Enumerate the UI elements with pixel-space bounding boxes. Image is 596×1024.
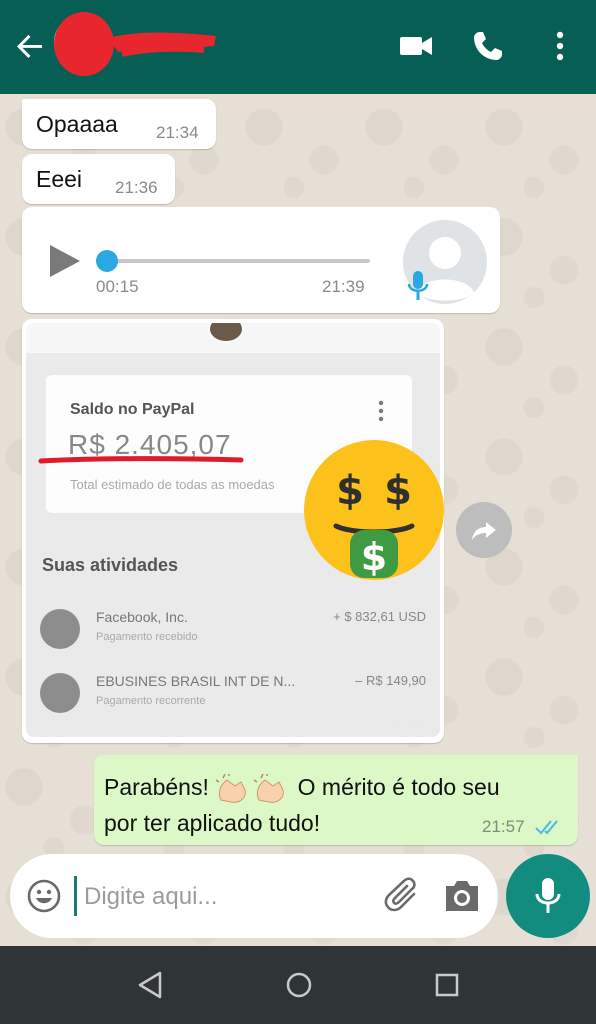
incoming-message[interactable]: Opaaaa 21:34 [22, 99, 216, 149]
mic-icon [535, 878, 561, 913]
more-vert-icon[interactable] [540, 26, 580, 66]
read-receipt-icon [535, 820, 558, 835]
clapping-hands-icon [253, 773, 285, 803]
message-time: 21:39 [322, 277, 365, 296]
message-time: 21:36 [115, 178, 158, 197]
nav-back-icon[interactable] [134, 968, 168, 1002]
activity-name: Facebook, Inc. [96, 609, 188, 625]
activity-row: EBUSINES BRASIL INT DE N... Pagamento re… [40, 669, 430, 715]
message-time: 18:36 [384, 717, 425, 734]
play-icon[interactable] [44, 241, 84, 281]
message-text-end: O mérito é todo seu [297, 774, 500, 800]
message-input[interactable] [82, 876, 376, 918]
voice-mic-icon [407, 271, 429, 300]
forward-arrow-icon [472, 522, 496, 540]
activities-title: Suas atividades [42, 555, 179, 575]
svg-text:$: $ [336, 468, 364, 514]
red-underline-annotation [38, 456, 244, 464]
activity-amount: – R$ 149,90 [355, 673, 426, 688]
system-navigation-bar [0, 946, 596, 1024]
activity-sub: Pagamento recebido [96, 631, 198, 643]
message-text: Opaaaa [36, 111, 118, 137]
merchant-logo-icon [40, 609, 80, 649]
screenshot-avatar-icon [210, 323, 242, 341]
voice-duration: 00:15 [96, 277, 139, 296]
activity-row: Facebook, Inc. Pagamento recebido + $ 83… [40, 605, 430, 651]
activity-name: EBUSINES BRASIL INT DE N... [96, 673, 296, 689]
outgoing-message[interactable]: Parabéns! O mérito é todo seu por ter ap… [94, 755, 578, 845]
emoji-icon[interactable] [26, 878, 62, 914]
balance-label: Saldo no PayPal [70, 401, 195, 418]
voice-message[interactable]: 00:15 21:39 [22, 207, 500, 313]
record-voice-button[interactable] [506, 854, 590, 938]
merchant-logo-icon [40, 673, 80, 713]
activity-sub: Pagamento recorrente [96, 695, 206, 707]
nav-recents-icon[interactable] [430, 968, 464, 1002]
back-arrow-icon[interactable] [8, 24, 52, 68]
message-composer [10, 854, 498, 938]
svg-text:$: $ [384, 468, 412, 514]
money-mouth-face-icon: $ $ $ [304, 440, 444, 580]
message-text-start: Parabéns! [104, 774, 209, 800]
nav-home-icon[interactable] [282, 968, 316, 1002]
phone-call-icon[interactable] [468, 26, 508, 66]
clapping-hands-icon [215, 773, 247, 803]
activity-amount: + $ 832,61 USD [333, 609, 426, 624]
svg-text:$: $ [361, 535, 387, 579]
message-text-line2: por ter aplicado tudo! [104, 810, 321, 836]
contact-avatar-redacted[interactable] [50, 8, 114, 78]
message-time: 21:57 [482, 817, 525, 836]
voice-progress-track[interactable] [100, 259, 370, 263]
attach-icon[interactable] [384, 876, 424, 916]
voice-progress-handle[interactable] [96, 250, 118, 272]
text-cursor [74, 876, 77, 916]
camera-icon[interactable] [442, 878, 482, 914]
forward-button[interactable] [456, 502, 512, 558]
video-call-icon[interactable] [396, 26, 436, 66]
more-vert-icon [378, 400, 384, 422]
message-time: 21:34 [156, 123, 199, 142]
chat-header [0, 0, 596, 94]
incoming-message[interactable]: Eeei 21:36 [22, 154, 175, 204]
message-text: Eeei [36, 166, 83, 192]
balance-subtitle: Total estimado de todas as moedas [70, 477, 275, 492]
contact-name-redacted[interactable] [108, 24, 218, 64]
